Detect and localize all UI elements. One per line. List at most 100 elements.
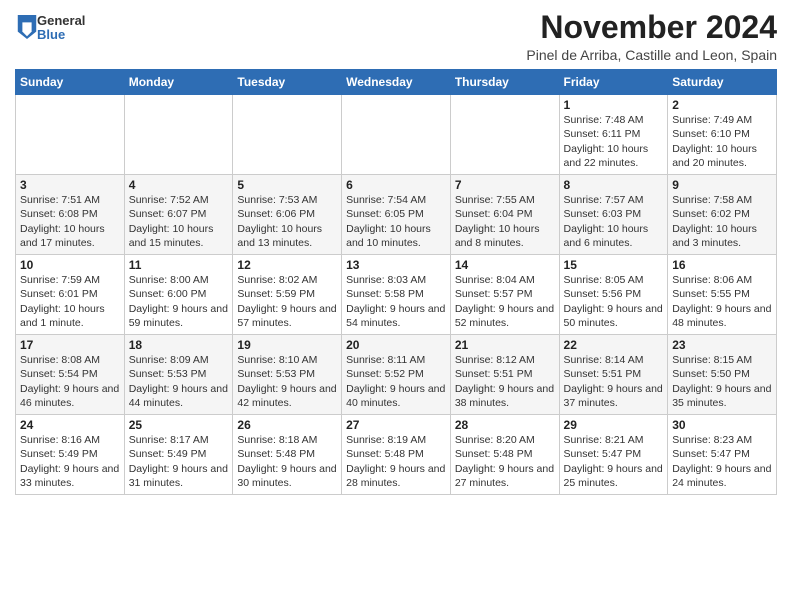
day-number: 3	[20, 178, 120, 192]
day-info: Sunrise: 8:02 AMSunset: 5:59 PMDaylight:…	[237, 273, 337, 330]
table-row: 26Sunrise: 8:18 AMSunset: 5:48 PMDayligh…	[233, 415, 342, 495]
day-number: 11	[129, 258, 229, 272]
day-info: Sunrise: 8:05 AMSunset: 5:56 PMDaylight:…	[564, 273, 664, 330]
day-number: 28	[455, 418, 555, 432]
calendar-week-1: 1Sunrise: 7:48 AMSunset: 6:11 PMDaylight…	[16, 95, 777, 175]
day-info: Sunrise: 8:16 AMSunset: 5:49 PMDaylight:…	[20, 433, 120, 490]
calendar-header-row: Sunday Monday Tuesday Wednesday Thursday…	[16, 70, 777, 95]
day-number: 4	[129, 178, 229, 192]
table-row: 29Sunrise: 8:21 AMSunset: 5:47 PMDayligh…	[559, 415, 668, 495]
col-tuesday: Tuesday	[233, 70, 342, 95]
table-row: 5Sunrise: 7:53 AMSunset: 6:06 PMDaylight…	[233, 175, 342, 255]
table-row: 20Sunrise: 8:11 AMSunset: 5:52 PMDayligh…	[342, 335, 451, 415]
table-row: 30Sunrise: 8:23 AMSunset: 5:47 PMDayligh…	[668, 415, 777, 495]
day-info: Sunrise: 7:52 AMSunset: 6:07 PMDaylight:…	[129, 193, 229, 250]
day-number: 22	[564, 338, 664, 352]
table-row: 8Sunrise: 7:57 AMSunset: 6:03 PMDaylight…	[559, 175, 668, 255]
day-number: 26	[237, 418, 337, 432]
calendar-week-3: 10Sunrise: 7:59 AMSunset: 6:01 PMDayligh…	[16, 255, 777, 335]
day-number: 8	[564, 178, 664, 192]
col-friday: Friday	[559, 70, 668, 95]
day-info: Sunrise: 8:14 AMSunset: 5:51 PMDaylight:…	[564, 353, 664, 410]
table-row: 9Sunrise: 7:58 AMSunset: 6:02 PMDaylight…	[668, 175, 777, 255]
day-number: 29	[564, 418, 664, 432]
day-number: 13	[346, 258, 446, 272]
table-row: 1Sunrise: 7:48 AMSunset: 6:11 PMDaylight…	[559, 95, 668, 175]
day-info: Sunrise: 7:57 AMSunset: 6:03 PMDaylight:…	[564, 193, 664, 250]
day-number: 14	[455, 258, 555, 272]
day-info: Sunrise: 7:58 AMSunset: 6:02 PMDaylight:…	[672, 193, 772, 250]
day-info: Sunrise: 8:23 AMSunset: 5:47 PMDaylight:…	[672, 433, 772, 490]
day-info: Sunrise: 8:09 AMSunset: 5:53 PMDaylight:…	[129, 353, 229, 410]
table-row: 19Sunrise: 8:10 AMSunset: 5:53 PMDayligh…	[233, 335, 342, 415]
day-number: 27	[346, 418, 446, 432]
table-row: 6Sunrise: 7:54 AMSunset: 6:05 PMDaylight…	[342, 175, 451, 255]
day-number: 10	[20, 258, 120, 272]
day-number: 21	[455, 338, 555, 352]
page-header: General Blue November 2024 Pinel de Arri…	[15, 10, 777, 63]
table-row: 14Sunrise: 8:04 AMSunset: 5:57 PMDayligh…	[450, 255, 559, 335]
table-row: 28Sunrise: 8:20 AMSunset: 5:48 PMDayligh…	[450, 415, 559, 495]
month-title: November 2024	[526, 10, 777, 45]
table-row: 15Sunrise: 8:05 AMSunset: 5:56 PMDayligh…	[559, 255, 668, 335]
calendar-week-5: 24Sunrise: 8:16 AMSunset: 5:49 PMDayligh…	[16, 415, 777, 495]
table-row: 22Sunrise: 8:14 AMSunset: 5:51 PMDayligh…	[559, 335, 668, 415]
day-info: Sunrise: 7:48 AMSunset: 6:11 PMDaylight:…	[564, 113, 664, 170]
day-number: 9	[672, 178, 772, 192]
day-info: Sunrise: 8:11 AMSunset: 5:52 PMDaylight:…	[346, 353, 446, 410]
table-row: 17Sunrise: 8:08 AMSunset: 5:54 PMDayligh…	[16, 335, 125, 415]
day-info: Sunrise: 8:18 AMSunset: 5:48 PMDaylight:…	[237, 433, 337, 490]
table-row: 7Sunrise: 7:55 AMSunset: 6:04 PMDaylight…	[450, 175, 559, 255]
location: Pinel de Arriba, Castille and Leon, Spai…	[526, 47, 777, 63]
day-number: 24	[20, 418, 120, 432]
day-number: 19	[237, 338, 337, 352]
day-number: 7	[455, 178, 555, 192]
table-row	[450, 95, 559, 175]
day-info: Sunrise: 8:21 AMSunset: 5:47 PMDaylight:…	[564, 433, 664, 490]
day-number: 15	[564, 258, 664, 272]
table-row: 11Sunrise: 8:00 AMSunset: 6:00 PMDayligh…	[124, 255, 233, 335]
table-row: 2Sunrise: 7:49 AMSunset: 6:10 PMDaylight…	[668, 95, 777, 175]
day-info: Sunrise: 7:51 AMSunset: 6:08 PMDaylight:…	[20, 193, 120, 250]
day-number: 6	[346, 178, 446, 192]
day-number: 23	[672, 338, 772, 352]
table-row: 21Sunrise: 8:12 AMSunset: 5:51 PMDayligh…	[450, 335, 559, 415]
day-number: 18	[129, 338, 229, 352]
table-row	[124, 95, 233, 175]
day-number: 25	[129, 418, 229, 432]
day-info: Sunrise: 7:59 AMSunset: 6:01 PMDaylight:…	[20, 273, 120, 330]
day-number: 2	[672, 98, 772, 112]
col-wednesday: Wednesday	[342, 70, 451, 95]
logo: General Blue	[15, 14, 85, 43]
table-row: 24Sunrise: 8:16 AMSunset: 5:49 PMDayligh…	[16, 415, 125, 495]
day-number: 30	[672, 418, 772, 432]
day-number: 5	[237, 178, 337, 192]
day-number: 17	[20, 338, 120, 352]
calendar-week-4: 17Sunrise: 8:08 AMSunset: 5:54 PMDayligh…	[16, 335, 777, 415]
day-info: Sunrise: 8:06 AMSunset: 5:55 PMDaylight:…	[672, 273, 772, 330]
table-row	[16, 95, 125, 175]
calendar-table: Sunday Monday Tuesday Wednesday Thursday…	[15, 69, 777, 495]
day-info: Sunrise: 7:54 AMSunset: 6:05 PMDaylight:…	[346, 193, 446, 250]
table-row	[342, 95, 451, 175]
table-row: 13Sunrise: 8:03 AMSunset: 5:58 PMDayligh…	[342, 255, 451, 335]
day-number: 12	[237, 258, 337, 272]
logo-icon	[17, 15, 37, 39]
day-info: Sunrise: 8:12 AMSunset: 5:51 PMDaylight:…	[455, 353, 555, 410]
day-info: Sunrise: 8:15 AMSunset: 5:50 PMDaylight:…	[672, 353, 772, 410]
day-info: Sunrise: 8:20 AMSunset: 5:48 PMDaylight:…	[455, 433, 555, 490]
col-monday: Monday	[124, 70, 233, 95]
col-thursday: Thursday	[450, 70, 559, 95]
table-row: 23Sunrise: 8:15 AMSunset: 5:50 PMDayligh…	[668, 335, 777, 415]
col-sunday: Sunday	[16, 70, 125, 95]
table-row: 27Sunrise: 8:19 AMSunset: 5:48 PMDayligh…	[342, 415, 451, 495]
day-info: Sunrise: 8:03 AMSunset: 5:58 PMDaylight:…	[346, 273, 446, 330]
day-info: Sunrise: 7:49 AMSunset: 6:10 PMDaylight:…	[672, 113, 772, 170]
logo-general: General	[37, 14, 85, 28]
table-row: 18Sunrise: 8:09 AMSunset: 5:53 PMDayligh…	[124, 335, 233, 415]
logo-blue: Blue	[37, 28, 85, 42]
table-row: 3Sunrise: 7:51 AMSunset: 6:08 PMDaylight…	[16, 175, 125, 255]
title-section: November 2024 Pinel de Arriba, Castille …	[526, 10, 777, 63]
day-info: Sunrise: 8:04 AMSunset: 5:57 PMDaylight:…	[455, 273, 555, 330]
table-row	[233, 95, 342, 175]
